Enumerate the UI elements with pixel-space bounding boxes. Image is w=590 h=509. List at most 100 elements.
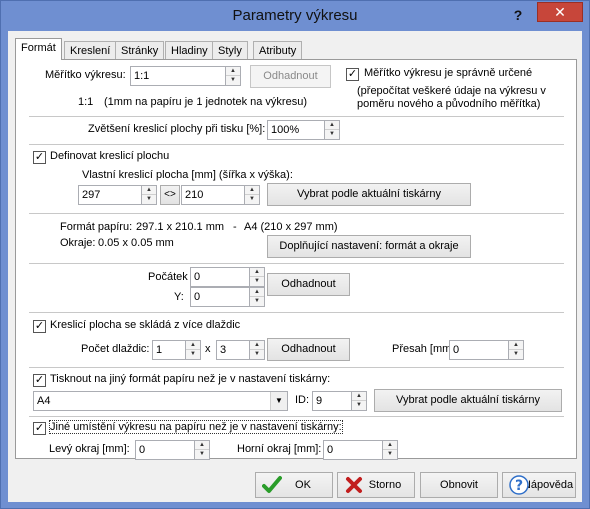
ok-label: OK bbox=[295, 479, 311, 491]
spin-up-icon[interactable]: ▲ bbox=[250, 341, 264, 350]
title-help-button[interactable]: ? bbox=[507, 5, 529, 25]
tiles-count-y-input[interactable]: 3 bbox=[216, 340, 250, 360]
spin-down-icon[interactable]: ▼ bbox=[325, 130, 339, 139]
spin-up-icon[interactable]: ▲ bbox=[142, 186, 156, 195]
spin-up-icon[interactable]: ▲ bbox=[325, 121, 339, 130]
top-margin-spinner[interactable]: ▲ ▼ bbox=[382, 440, 398, 460]
left-margin-spinner[interactable]: ▲ ▼ bbox=[194, 440, 210, 460]
tab-attributes[interactable]: Atributy bbox=[253, 41, 303, 60]
paper-id-input[interactable]: 9 bbox=[312, 391, 352, 411]
area-width-spinner[interactable]: ▲ ▼ bbox=[141, 185, 157, 205]
spin-up-icon[interactable]: ▲ bbox=[226, 67, 240, 76]
zoom-input[interactable]: 100% bbox=[267, 120, 325, 140]
cancel-button[interactable]: Storno bbox=[337, 472, 415, 498]
paper-extra-settings-button[interactable]: Doplňující nastavení: formát a okraje bbox=[267, 235, 471, 258]
print-other-label: Tisknout na jiný formát papíru než je v … bbox=[50, 373, 331, 385]
scale-correct-checkbox[interactable]: ✓ bbox=[346, 68, 359, 81]
tab-drawing[interactable]: Kreslení bbox=[64, 41, 117, 60]
help-button[interactable]: ? Nápověda bbox=[502, 472, 576, 498]
origin-estimate-button[interactable]: Odhadnout bbox=[267, 273, 350, 296]
spin-down-icon[interactable]: ▼ bbox=[383, 450, 397, 459]
tiles-checkbox[interactable]: ✓ bbox=[33, 320, 46, 333]
ok-button[interactable]: OK bbox=[255, 472, 333, 498]
tiles-overlap-input[interactable]: 0 bbox=[449, 340, 509, 360]
tab-layers[interactable]: Hladiny bbox=[165, 41, 214, 60]
spin-down-icon[interactable]: ▼ bbox=[142, 195, 156, 204]
area-height-input[interactable]: 210 bbox=[181, 185, 245, 205]
spin-down-icon[interactable]: ▼ bbox=[226, 76, 240, 85]
scale-input[interactable]: 1:1 bbox=[130, 66, 226, 86]
tab-styles[interactable]: Styly bbox=[212, 41, 248, 60]
title-bar[interactable]: Parametry výkresu ? ✕ bbox=[1, 1, 589, 31]
spin-down-icon[interactable]: ▼ bbox=[509, 350, 523, 359]
spin-up-icon[interactable]: ▲ bbox=[509, 341, 523, 350]
scale-correct-note-2: poměru nového a původního měřítka) bbox=[357, 98, 541, 110]
spin-down-icon[interactable]: ▼ bbox=[245, 195, 259, 204]
area-width-input[interactable]: 297 bbox=[78, 185, 142, 205]
tiles-count-x-spinner[interactable]: ▲ ▼ bbox=[185, 340, 201, 360]
scale-label: Měřítko výkresu: bbox=[45, 69, 126, 81]
spin-down-icon[interactable]: ▼ bbox=[250, 297, 264, 306]
print-select-printer-button[interactable]: Vybrat podle aktuální tiskárny bbox=[374, 389, 562, 412]
spin-up-icon[interactable]: ▲ bbox=[250, 268, 264, 277]
swap-dimensions-button[interactable]: <> bbox=[160, 185, 180, 205]
tiles-count-y-spinner[interactable]: ▲ ▼ bbox=[249, 340, 265, 360]
refresh-button[interactable]: Obnovit bbox=[420, 472, 498, 498]
scale-estimate-button[interactable]: Odhadnout bbox=[250, 65, 331, 88]
paper-id-spinner[interactable]: ▲ ▼ bbox=[351, 391, 367, 411]
spin-down-icon[interactable]: ▼ bbox=[250, 277, 264, 286]
spin-down-icon[interactable]: ▼ bbox=[352, 401, 366, 410]
tiles-estimate-button[interactable]: Odhadnout bbox=[267, 338, 350, 361]
origin-y-spinner[interactable]: ▲ ▼ bbox=[249, 287, 265, 307]
origin-start-spinner[interactable]: ▲ ▼ bbox=[249, 267, 265, 287]
spin-down-icon[interactable]: ▼ bbox=[186, 350, 200, 359]
tiles-overlap-label: Přesah [mm]: bbox=[392, 343, 458, 355]
close-icon bbox=[346, 477, 362, 493]
tab-pages[interactable]: Stránky bbox=[115, 41, 165, 60]
print-other-checkbox[interactable]: ✓ bbox=[33, 374, 46, 387]
tiles-label: Kreslicí plocha se skládá z více dlaždic bbox=[50, 319, 241, 331]
svg-text:?: ? bbox=[515, 478, 523, 494]
spin-up-icon[interactable]: ▲ bbox=[352, 392, 366, 401]
spin-up-icon[interactable]: ▲ bbox=[250, 288, 264, 297]
own-area-label: Vlastní kreslicí plocha [mm] (šířka x vý… bbox=[82, 169, 293, 181]
paper-margins-label: Okraje: bbox=[60, 237, 96, 249]
paper-format-select[interactable]: A4 ▼ bbox=[33, 391, 288, 411]
spin-down-icon[interactable]: ▼ bbox=[195, 450, 209, 459]
paper-format-dash: - bbox=[233, 221, 237, 233]
scale-note-text: (1mm na papíru je 1 jednotek na výkresu) bbox=[104, 96, 307, 108]
area-height-spinner[interactable]: ▲ ▼ bbox=[244, 185, 260, 205]
zoom-spinner[interactable]: ▲ ▼ bbox=[324, 120, 340, 140]
spin-down-icon[interactable]: ▼ bbox=[250, 350, 264, 359]
checkmark-icon bbox=[262, 476, 282, 493]
paper-id-label: ID: bbox=[295, 394, 310, 406]
origin-y-input[interactable]: 0 bbox=[190, 287, 250, 307]
tiles-count-label: Počet dlaždic: bbox=[81, 343, 150, 355]
origin-y-label: Y: bbox=[174, 291, 184, 303]
chevron-down-icon[interactable]: ▼ bbox=[270, 392, 287, 410]
tab-format[interactable]: Formát bbox=[15, 38, 62, 60]
tiles-times: x bbox=[205, 343, 211, 355]
separator bbox=[29, 416, 564, 417]
scale-spinner[interactable]: ▲ ▼ bbox=[225, 66, 241, 86]
drawing-area-checkbox[interactable]: ✓ bbox=[33, 151, 46, 164]
spin-up-icon[interactable]: ▲ bbox=[245, 186, 259, 195]
top-margin-input[interactable]: 0 bbox=[323, 440, 383, 460]
placement-checkbox[interactable]: ✓ bbox=[33, 422, 46, 435]
scale-correct-label: Měřítko výkresu je správně určené bbox=[364, 67, 533, 79]
tiles-count-x-input[interactable]: 1 bbox=[152, 340, 186, 360]
paper-format-value: 297.1 x 210.1 mm bbox=[136, 221, 225, 233]
spin-up-icon[interactable]: ▲ bbox=[186, 341, 200, 350]
paper-format-name: A4 (210 x 297 mm) bbox=[244, 221, 338, 233]
area-select-printer-button[interactable]: Vybrat podle aktuální tiskárny bbox=[267, 183, 471, 206]
left-margin-label: Levý okraj [mm]: bbox=[49, 443, 130, 455]
spin-up-icon[interactable]: ▲ bbox=[383, 441, 397, 450]
zoom-label: Zvětšení kreslicí plochy při tisku [%]: bbox=[88, 123, 266, 135]
spin-up-icon[interactable]: ▲ bbox=[195, 441, 209, 450]
separator bbox=[29, 213, 564, 214]
origin-start-input[interactable]: 0 bbox=[190, 267, 250, 287]
left-margin-input[interactable]: 0 bbox=[135, 440, 195, 460]
close-button[interactable]: ✕ bbox=[537, 2, 583, 22]
tiles-overlap-spinner[interactable]: ▲ ▼ bbox=[508, 340, 524, 360]
dialog-window: Parametry výkresu ? ✕ Formát Kreslení St… bbox=[0, 0, 590, 509]
